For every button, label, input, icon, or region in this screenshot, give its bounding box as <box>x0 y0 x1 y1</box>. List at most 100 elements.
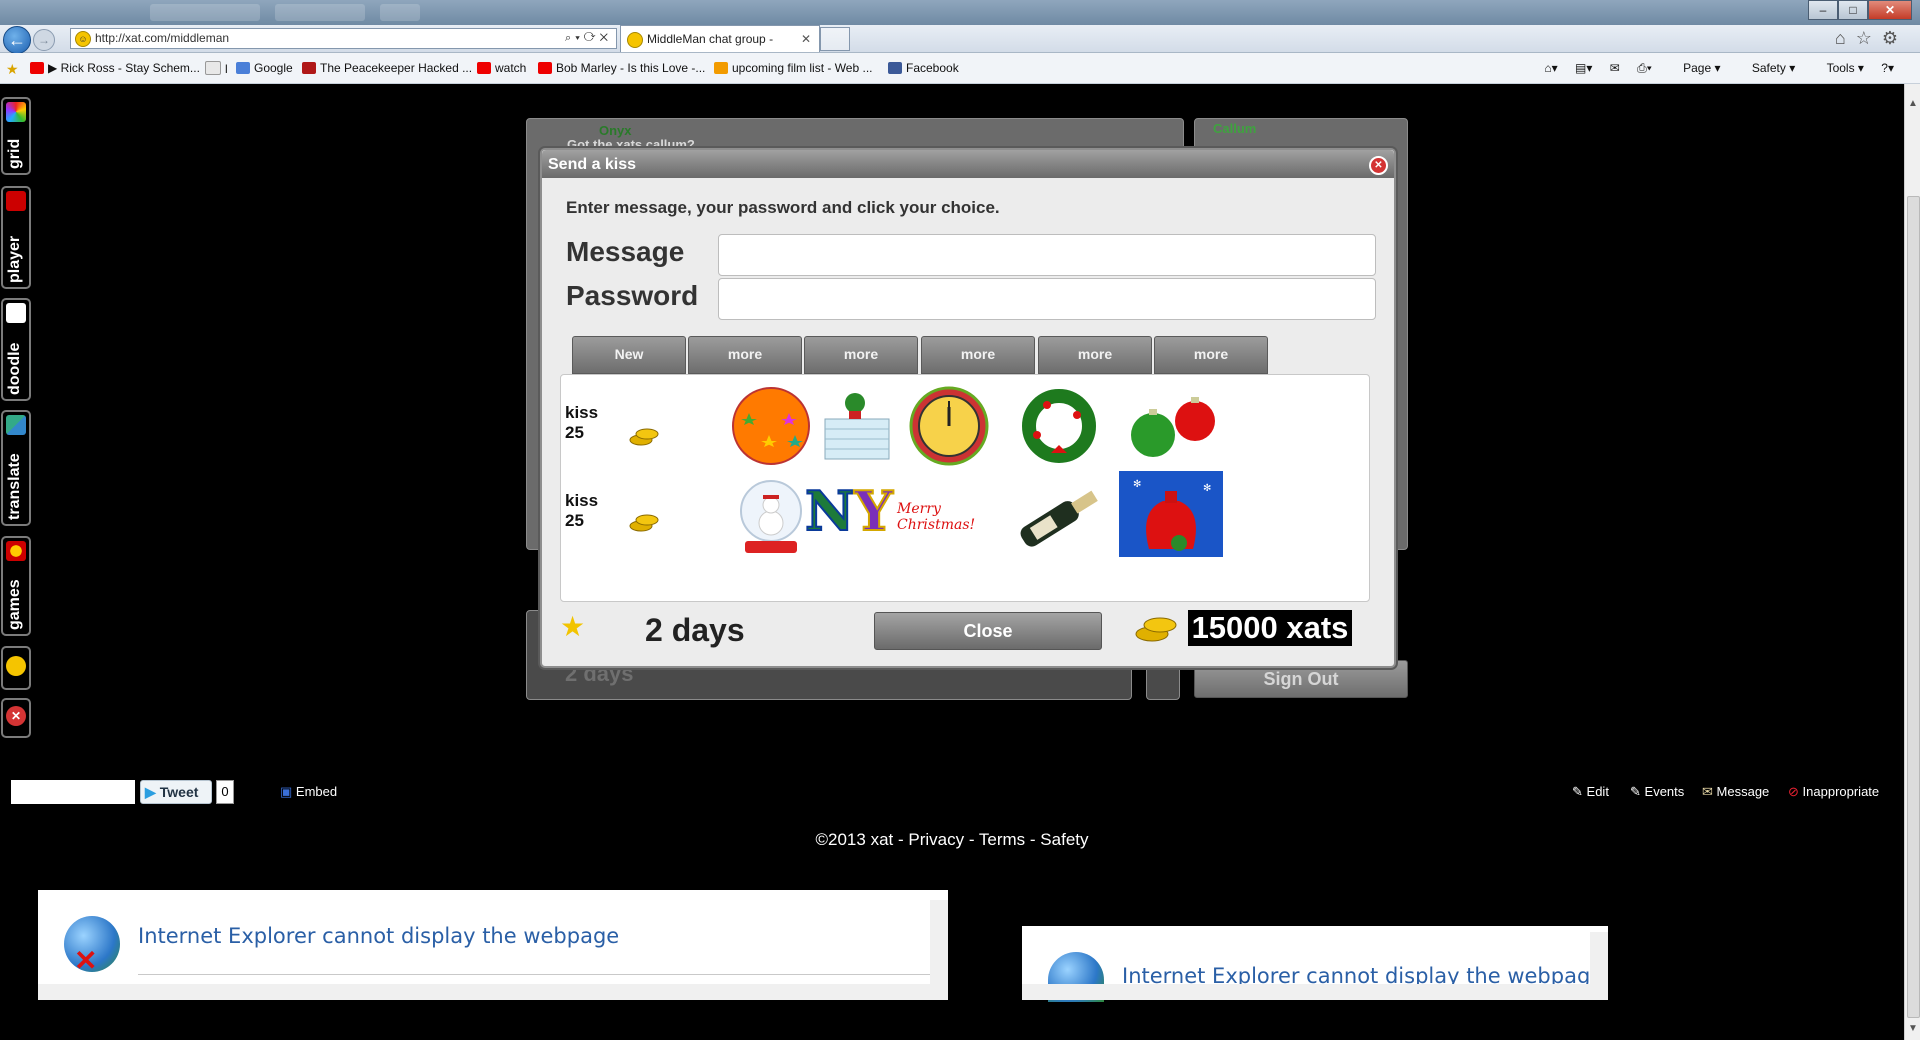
kiss-price-label: kiss 25 <box>565 491 599 530</box>
smiley-icon <box>6 656 26 676</box>
coins-icon <box>1135 617 1177 642</box>
favorite-link[interactable]: Facebook <box>888 61 959 75</box>
home-icon[interactable]: ⌂ <box>1835 28 1856 48</box>
address-bar[interactable]: ☺ http://xat.com/middleman ⌕▾⟳✕ <box>70 28 617 49</box>
tab-more[interactable]: more <box>688 336 802 374</box>
minimize-button[interactable]: – <box>1808 0 1838 20</box>
window-controls: – □ ✕ <box>1808 0 1912 20</box>
sidebar-item-doodle[interactable]: doodle <box>1 298 31 401</box>
back-button[interactable]: ← <box>3 26 31 54</box>
sidebar-label: doodle <box>6 342 23 395</box>
scroll-up-icon[interactable]: ▲ <box>1908 98 1918 109</box>
new-tab-button[interactable] <box>820 27 850 51</box>
copyright-line: ©2013 xat - Privacy - Terms - Safety <box>815 830 1089 849</box>
events-link[interactable]: ✎ Events <box>1630 784 1684 800</box>
games-icon <box>6 541 26 561</box>
dialog-footer: ★ 2 days Close 15000 xats <box>560 606 1368 656</box>
print-icon[interactable]: ⎙▾ <box>1637 61 1652 75</box>
message-field[interactable] <box>718 234 1376 276</box>
message-label: Message <box>566 236 685 267</box>
inactive-tab[interactable] <box>380 4 420 21</box>
sidebar-item-games[interactable]: games <box>1 536 31 636</box>
gift-champagne[interactable] <box>1007 475 1111 561</box>
tab-title: MiddleMan chat group - <box>647 32 774 46</box>
settings-gear-icon[interactable]: ⚙ <box>1882 28 1908 48</box>
favorite-link[interactable]: upcoming film list - Web ... <box>714 61 872 75</box>
sidebar-item-smilies[interactable] <box>1 646 31 690</box>
maximize-button[interactable]: □ <box>1838 0 1868 20</box>
favorite-link[interactable]: The Peacekeeper Hacked ... <box>302 61 472 75</box>
gift-igloo[interactable] <box>805 383 909 469</box>
gift-merry-christmas[interactable]: Merry Christmas! <box>897 501 1007 533</box>
password-field[interactable] <box>718 278 1376 320</box>
sidebar-item-translate[interactable]: translate <box>1 410 31 526</box>
svg-text:✻: ✻ <box>1203 483 1211 494</box>
scroll-thumb[interactable] <box>1907 196 1920 1018</box>
mail-icon[interactable]: ✉ <box>1610 61 1620 75</box>
window-close-button[interactable]: ✕ <box>1868 0 1912 20</box>
inactive-tab[interactable] <box>150 4 260 21</box>
privacy-link[interactable]: Privacy <box>908 830 964 849</box>
embed-link[interactable]: ▣ Embed <box>280 784 337 800</box>
sidebar-item-grid[interactable]: grid <box>1 97 31 175</box>
safety-link[interactable]: Safety <box>1040 830 1088 849</box>
edit-icon: ✎ <box>1572 784 1583 799</box>
gift-santa-sack[interactable]: ✻ ✻ <box>1119 471 1223 557</box>
star-icon: ★ <box>560 611 586 642</box>
facebook-icon <box>888 62 902 74</box>
dialog-close-icon[interactable]: ✕ <box>1369 156 1388 175</box>
sidebar-item-player[interactable]: player <box>1 186 31 289</box>
scroll-down-icon[interactable]: ▼ <box>1908 1023 1918 1034</box>
favorites-star-icon[interactable]: ☆ <box>1856 28 1882 48</box>
doodle-icon <box>6 303 26 323</box>
tab-more[interactable]: more <box>1038 336 1152 374</box>
inactive-tab[interactable] <box>275 4 365 21</box>
page-menu[interactable]: Page ▾ <box>1669 61 1720 75</box>
send-kiss-dialog: Send a kiss ✕ Enter message, your passwo… <box>540 148 1396 668</box>
embed-icon: ▣ <box>280 784 293 799</box>
tab-more[interactable]: more <box>921 336 1035 374</box>
web-slice-icon <box>714 62 728 74</box>
favorite-link[interactable]: Google <box>236 61 293 75</box>
sidebar-label: games <box>6 579 23 630</box>
vertical-scrollbar[interactable] <box>1590 932 1608 984</box>
user-list-name[interactable]: Callum <box>1213 121 1256 136</box>
address-url[interactable]: http://xat.com/middleman <box>95 29 229 48</box>
chat-username[interactable]: Onyx <box>599 123 632 138</box>
gift-wreath[interactable] <box>1007 383 1111 469</box>
gift-new-year-clock[interactable] <box>897 383 1001 469</box>
address-controls[interactable]: ⌕▾⟳✕ <box>565 29 612 48</box>
active-tab[interactable]: MiddleMan chat group - ✕ <box>620 25 820 52</box>
horizontal-scrollbar[interactable] <box>1022 984 1608 1000</box>
terms-link[interactable]: Terms <box>979 830 1025 849</box>
tools-menu[interactable]: Tools ▾ <box>1813 61 1864 75</box>
close-button[interactable]: Close <box>874 612 1102 650</box>
tab-more[interactable]: more <box>1154 336 1268 374</box>
message-link[interactable]: ✉ Message <box>1702 784 1769 800</box>
favorite-link[interactable]: l <box>205 61 228 76</box>
favorite-link[interactable]: ▶ Rick Ross - Stay Schem... <box>30 61 200 75</box>
edit-link[interactable]: ✎ Edit <box>1572 784 1609 800</box>
inappropriate-link[interactable]: ⊘ Inappropriate <box>1788 784 1879 800</box>
sidebar-item-close[interactable]: ✕ <box>1 698 31 738</box>
page-scrollbar[interactable]: ▲ ▼ <box>1904 84 1920 1040</box>
feeds-icon[interactable]: ▤▾ <box>1575 61 1592 75</box>
translate-icon <box>6 415 26 435</box>
vertical-scrollbar[interactable] <box>930 900 948 984</box>
horizontal-scrollbar[interactable] <box>38 984 948 1000</box>
close-icon: ✕ <box>6 706 26 726</box>
tab-more[interactable]: more <box>804 336 918 374</box>
home-menu-icon[interactable]: ⌂▾ <box>1544 61 1557 75</box>
safety-menu[interactable]: Safety ▾ <box>1738 61 1795 75</box>
add-favorites-star-icon[interactable]: ★ <box>6 61 19 78</box>
favorite-link[interactable]: Bob Marley - Is this Love -... <box>538 61 705 75</box>
forward-button[interactable]: → <box>33 29 55 51</box>
favorite-link[interactable]: watch <box>477 61 526 75</box>
tab-close-icon[interactable]: ✕ <box>801 26 811 52</box>
gift-baubles[interactable] <box>1119 383 1223 469</box>
help-icon[interactable]: ?▾ <box>1881 61 1894 75</box>
tweet-button[interactable]: ▶ Tweet <box>140 780 212 804</box>
svg-text:✻: ✻ <box>1133 479 1141 490</box>
like-box[interactable] <box>11 780 135 804</box>
tab-new[interactable]: New <box>572 336 686 374</box>
